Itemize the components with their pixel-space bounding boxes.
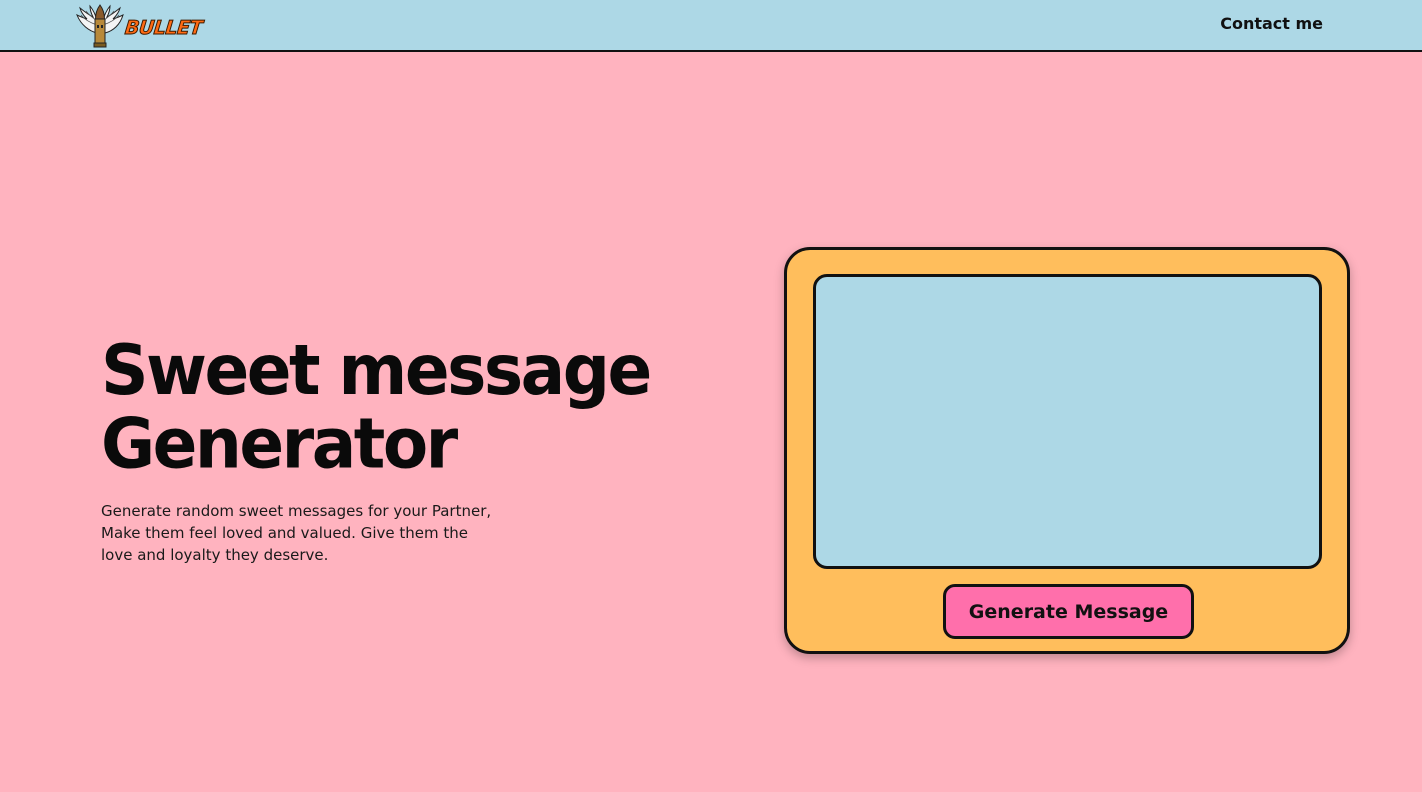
winged-bullet-icon — [75, 3, 125, 49]
page-title-line-1: Sweet message — [101, 329, 652, 411]
generate-message-button[interactable]: Generate Message — [943, 584, 1194, 639]
hero-section: Sweet message Generator Generate random … — [101, 333, 701, 566]
logo-text: BULLET — [123, 17, 204, 40]
contact-me-link[interactable]: Contact me — [1220, 14, 1323, 33]
hero-description: Generate random sweet messages for your … — [101, 502, 492, 564]
navbar: BULLET Contact me — [0, 0, 1422, 52]
generator-card: Generate Message — [784, 247, 1350, 654]
page-title-line-2: Generator — [101, 403, 458, 485]
logo[interactable]: BULLET — [75, 3, 204, 49]
message-display — [813, 274, 1322, 569]
page-title: Sweet message Generator — [101, 333, 701, 485]
